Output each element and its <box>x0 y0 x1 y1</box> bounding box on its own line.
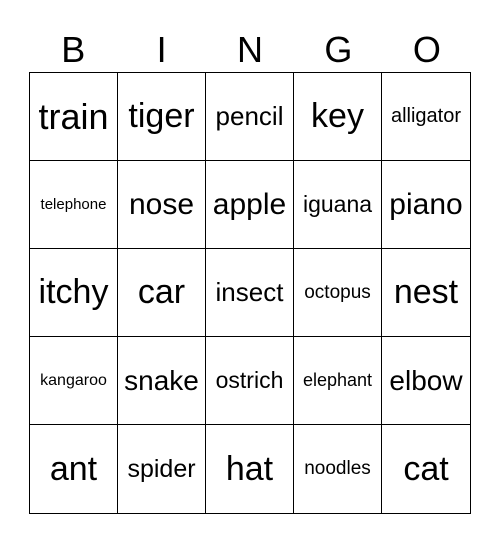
bingo-cell[interactable]: telephone <box>30 161 118 249</box>
bingo-cell[interactable]: elbow <box>382 337 470 425</box>
bingo-cell[interactable]: spider <box>118 425 206 513</box>
bingo-header: B I N G O <box>29 28 471 72</box>
bingo-cell[interactable]: ostrich <box>206 337 294 425</box>
bingo-cell[interactable]: iguana <box>294 161 382 249</box>
bingo-cell[interactable]: key <box>294 73 382 161</box>
header-letter-n: N <box>237 29 264 70</box>
bingo-cell[interactable]: piano <box>382 161 470 249</box>
bingo-cell[interactable]: car <box>118 249 206 337</box>
bingo-cell[interactable]: apple <box>206 161 294 249</box>
bingo-cell[interactable]: nose <box>118 161 206 249</box>
header-letter-o: O <box>412 29 441 70</box>
header-letter-b: B <box>61 29 86 70</box>
bingo-cell[interactable]: pencil <box>206 73 294 161</box>
bingo-cell[interactable]: cat <box>382 425 470 513</box>
bingo-grid: train tiger pencil key alligator telephone nos… <box>29 72 471 514</box>
header-letter-g: G <box>324 29 353 70</box>
bingo-cell[interactable]: itchy <box>30 249 118 337</box>
bingo-cell[interactable]: snake <box>118 337 206 425</box>
bingo-cell[interactable]: kangaroo <box>30 337 118 425</box>
bingo-cell[interactable]: ant <box>30 425 118 513</box>
header-letter-i: I <box>156 29 167 70</box>
bingo-cell[interactable]: noodles <box>294 425 382 513</box>
bingo-cell[interactable]: octopus <box>294 249 382 337</box>
bingo-cell[interactable]: tiger <box>118 73 206 161</box>
bingo-cell[interactable]: alligator <box>382 73 470 161</box>
bingo-cell[interactable]: train <box>30 73 118 161</box>
bingo-cell[interactable]: insect <box>206 249 294 337</box>
bingo-cell[interactable]: nest <box>382 249 470 337</box>
bingo-cell[interactable]: hat <box>206 425 294 513</box>
bingo-cell[interactable]: elephant <box>294 337 382 425</box>
